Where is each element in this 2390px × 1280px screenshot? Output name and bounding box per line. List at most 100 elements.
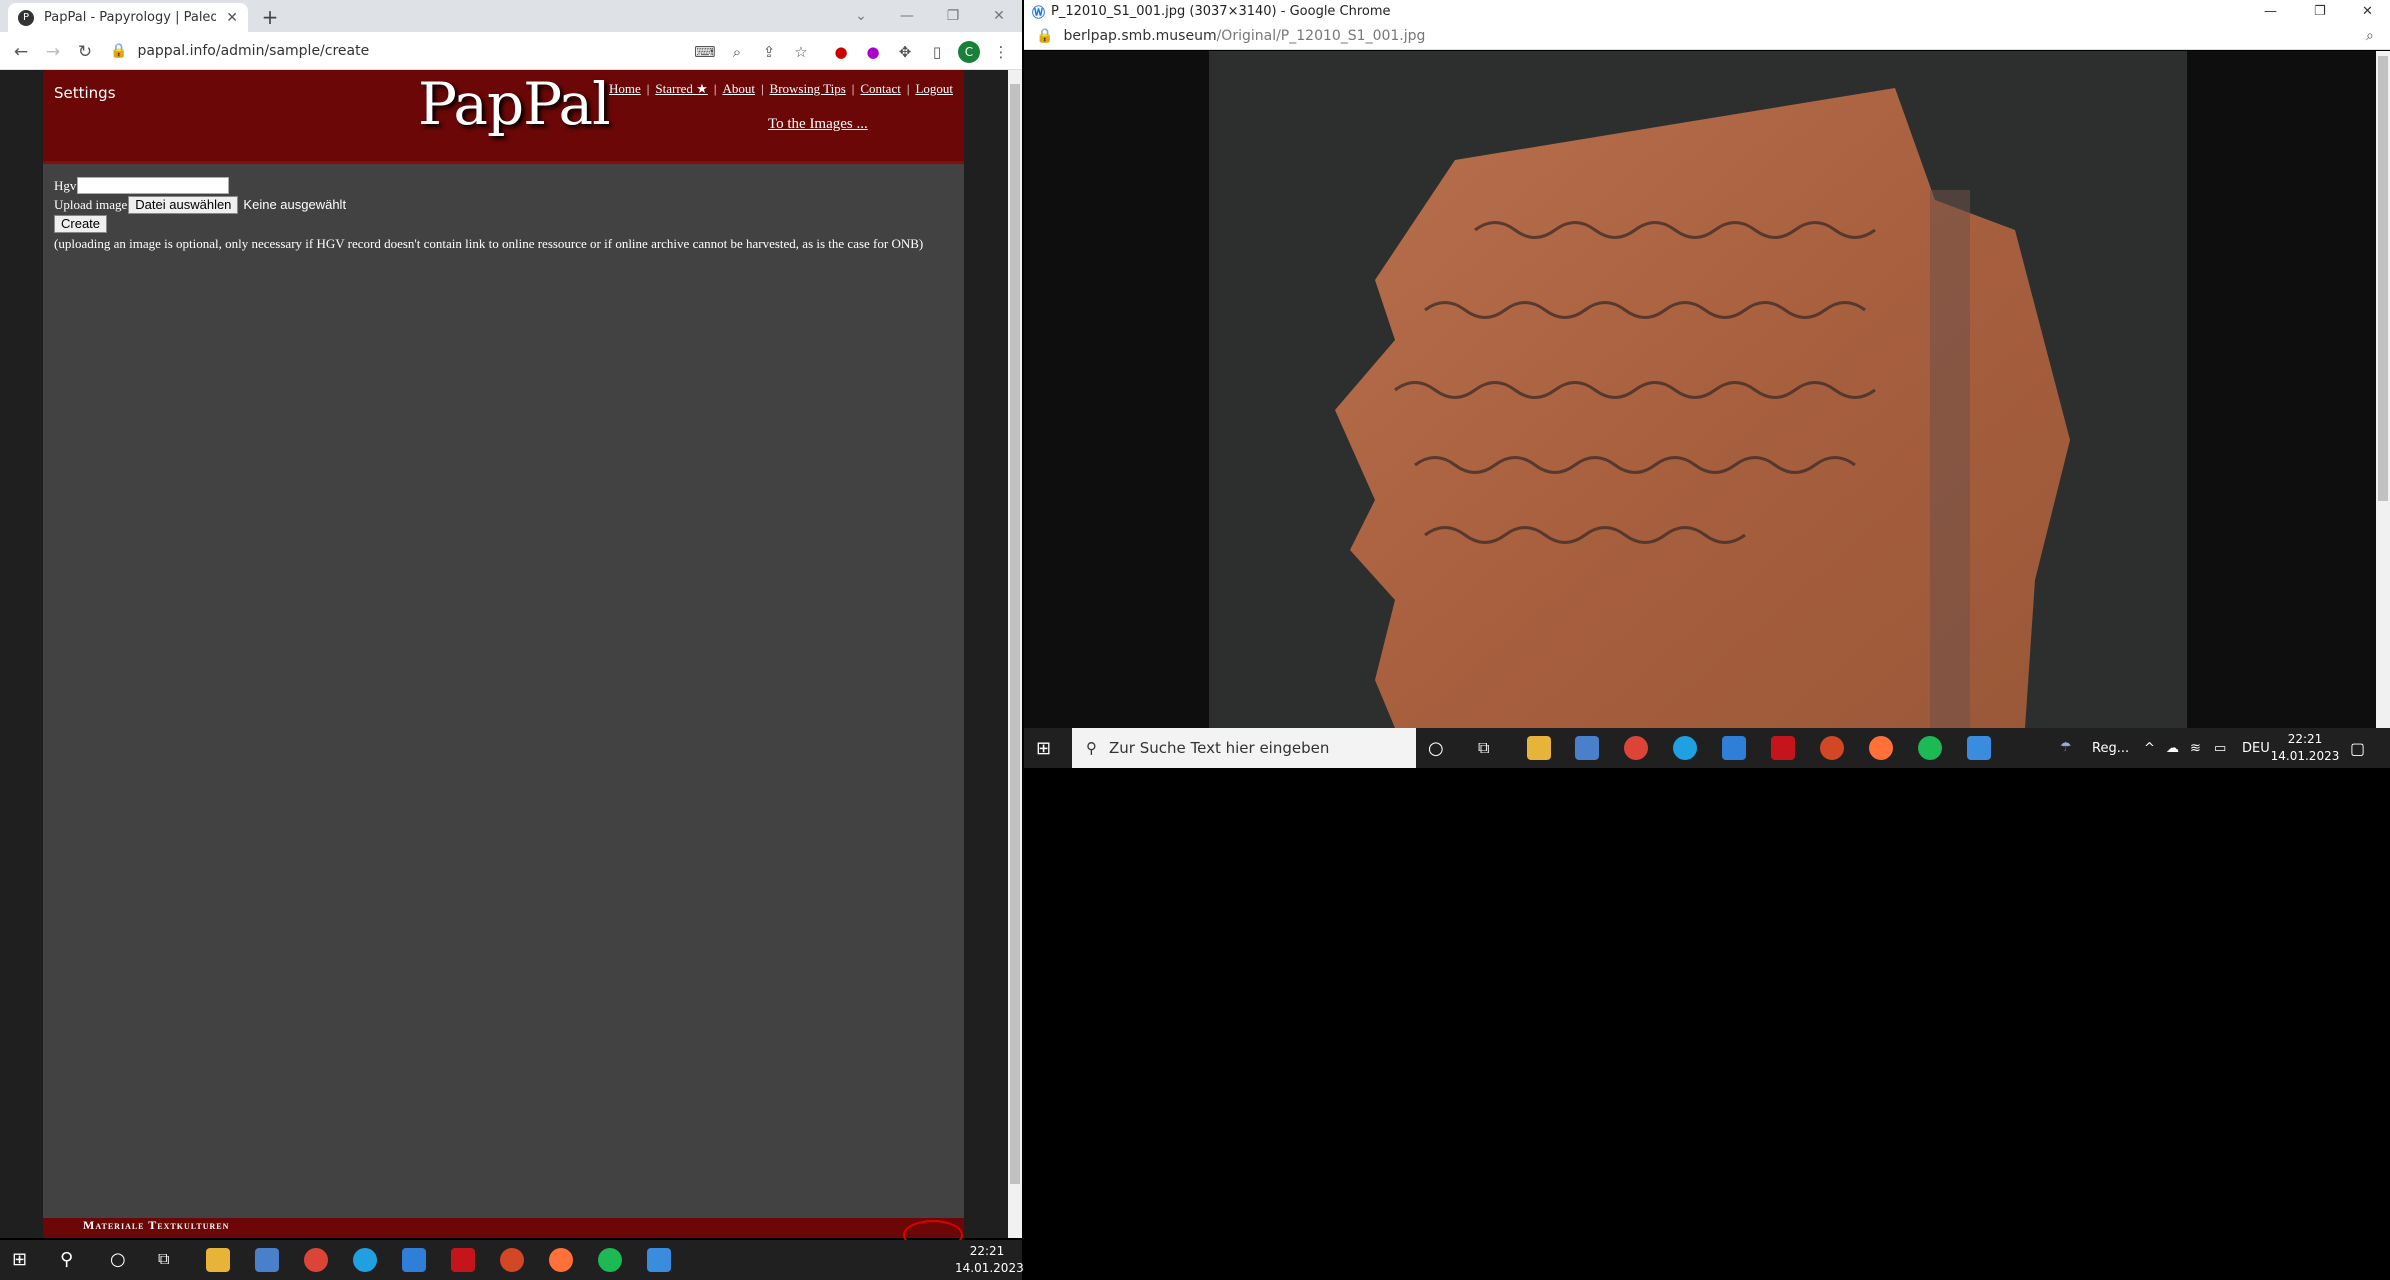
edge-icon[interactable] [1673, 736, 1697, 760]
nav-browsing-tips[interactable]: Browsing Tips [770, 81, 846, 97]
share-icon[interactable]: ⇪ [758, 41, 780, 63]
right-restore-icon[interactable]: ❐ [2314, 4, 2326, 19]
left-file-explorer-icon[interactable] [206, 1248, 230, 1272]
right-time: 22:21 [2287, 732, 2323, 746]
weather-text[interactable]: Reg... [2092, 741, 2129, 756]
close-window-icon[interactable]: ✕ [976, 0, 1022, 32]
nav-home[interactable]: Home [609, 81, 641, 97]
task-view-icon[interactable]: ⧉ [1478, 738, 1489, 758]
notifications-icon[interactable]: ▢ [2350, 739, 2365, 758]
right-zoom-icon[interactable]: ⌕ [2366, 28, 2374, 44]
left-photos-icon[interactable] [647, 1248, 671, 1272]
left-task-view-icon[interactable]: ⧉ [158, 1249, 169, 1269]
spotify-icon[interactable] [1918, 736, 1942, 760]
left-mail-icon[interactable] [402, 1248, 426, 1272]
left-date: 14.01.2023 [955, 1261, 1024, 1275]
right-address-bar[interactable]: 🔒 berlpap.smb.museum/Original/P_12010_S1… [1024, 22, 2390, 50]
url-text: pappal.info/admin/sample/create [137, 43, 370, 59]
pappal-favicon-icon: P [18, 9, 34, 26]
new-tab-icon[interactable]: + [258, 5, 282, 29]
nav-starred[interactable]: Starred ★ [655, 81, 707, 97]
main-nav: Home | Starred ★ | About | Browsing Tips | C… [608, 81, 953, 97]
left-edge-icon[interactable] [353, 1248, 377, 1272]
language-indicator[interactable]: DEU [2242, 741, 2270, 756]
nav-about[interactable]: About [722, 81, 755, 97]
site-footer: Materiale Textkulturen [43, 1218, 964, 1238]
right-date: 14.01.2023 [2270, 749, 2340, 763]
battery-icon[interactable]: ▭ [2214, 741, 2226, 756]
minimize-icon[interactable]: — [884, 0, 930, 32]
right-title-bar: Ⓦ P_12010_S1_001.jpg (3037×3140) - Googl… [1024, 0, 2390, 22]
profile-avatar[interactable]: C [958, 41, 980, 63]
zoom-icon[interactable]: ⌕ [726, 41, 748, 63]
powerpoint-icon[interactable] [1820, 736, 1844, 760]
extensions-puzzle-icon[interactable]: ✥ [894, 41, 916, 63]
menu-kebab-icon[interactable]: ⋮ [990, 41, 1012, 63]
create-button[interactable]: Create [54, 215, 108, 233]
translate-icon[interactable]: ⌨ [694, 41, 716, 63]
upload-image-label: Upload image [54, 196, 128, 212]
extension-purple-icon[interactable]: ● [862, 41, 884, 63]
left-powerpoint-icon[interactable] [500, 1248, 524, 1272]
forward-icon[interactable]: → [42, 41, 64, 63]
upload-note: (uploading an image is optional, only ne… [54, 235, 924, 251]
lock-icon: 🔒 [110, 43, 128, 59]
back-icon[interactable]: ← [10, 41, 32, 63]
left-scrollbar-thumb[interactable] [1010, 84, 1020, 1184]
right-minimize-icon[interactable]: — [2264, 4, 2277, 19]
site-logo[interactable]: PapPal [418, 70, 611, 138]
taskbar-search[interactable]: ⚲ Zur Suche Text hier eingeben [1072, 728, 1416, 768]
to-images-link[interactable]: To the Images ... [768, 116, 868, 133]
store-icon[interactable] [1575, 736, 1599, 760]
tab-pappal[interactable]: P PapPal - Papyrology | Paleograph ✕ [8, 3, 248, 32]
tray-chevron-icon[interactable]: ^ [2144, 741, 2155, 756]
create-sample-form: Hgv Upload image Datei auswählen Keine a… [54, 176, 923, 253]
acrobat-icon[interactable] [1771, 736, 1795, 760]
sidepanel-icon[interactable]: ▯ [926, 41, 948, 63]
firefox-icon[interactable] [1869, 736, 1893, 760]
right-lock-icon: 🔒 [1036, 27, 1054, 44]
onedrive-icon[interactable]: ☁ [2166, 741, 2179, 756]
hgv-input[interactable] [77, 177, 230, 194]
chrome-icon[interactable] [1624, 736, 1648, 760]
left-spotify-icon[interactable] [598, 1248, 622, 1272]
ostracon-image [1335, 88, 2070, 728]
settings-link[interactable]: Settings [54, 84, 116, 102]
file-status: Keine ausgewählt [243, 197, 347, 212]
weather-icon[interactable]: ☂ [2060, 740, 2072, 755]
choose-file-button[interactable]: Datei auswählen [128, 195, 239, 214]
mail-icon[interactable] [1722, 736, 1746, 760]
left-clock[interactable]: 22:21 14.01.2023 [955, 1243, 1024, 1277]
address-bar[interactable]: 🔒 pappal.info/admin/sample/create [110, 36, 680, 66]
page-viewport: Settings PapPal Home | Starred ★ | About | … [0, 70, 1008, 1250]
start-icon[interactable]: ⊞ [1036, 738, 1051, 759]
tab-search-icon[interactable]: ⌄ [838, 0, 884, 32]
tab-title: PapPal - Papyrology | Paleograph [44, 10, 217, 25]
right-clock[interactable]: 22:21 14.01.2023 [2270, 731, 2340, 765]
reload-icon[interactable]: ↻ [74, 41, 96, 63]
nav-logout[interactable]: Logout [915, 81, 953, 97]
right-close-icon[interactable]: ✕ [2362, 4, 2373, 19]
close-tab-icon[interactable]: ✕ [226, 10, 238, 26]
wordpress-icon: Ⓦ [1032, 5, 1046, 21]
restore-icon[interactable]: ❐ [930, 0, 976, 32]
extension-red-icon[interactable]: ● [830, 41, 852, 63]
site-header: Settings PapPal Home | Starred ★ | About | … [43, 70, 964, 164]
bookmark-star-icon[interactable]: ☆ [790, 41, 812, 63]
photos-icon[interactable] [1967, 736, 1991, 760]
taskbar-search-placeholder: Zur Suche Text hier eingeben [1109, 739, 1330, 757]
left-firefox-icon[interactable] [549, 1248, 573, 1272]
left-cortana-icon[interactable]: ○ [110, 1249, 126, 1270]
left-start-icon[interactable]: ⊞ [12, 1249, 27, 1270]
left-search-icon[interactable]: ⚲ [60, 1249, 73, 1270]
cortana-icon[interactable]: ○ [1428, 738, 1444, 759]
left-store-icon[interactable] [255, 1248, 279, 1272]
right-url-domain: berlpap.smb.museum [1063, 27, 1217, 44]
right-scrollbar-thumb[interactable] [2378, 56, 2388, 501]
nav-contact[interactable]: Contact [860, 81, 900, 97]
wifi-icon[interactable]: ≋ [2190, 741, 2201, 756]
file-explorer-icon[interactable] [1527, 736, 1551, 760]
left-acrobat-icon[interactable] [451, 1248, 475, 1272]
right-url-path: /Original/P_12010_S1_001.jpg [1216, 27, 1426, 44]
left-chrome-icon[interactable] [304, 1248, 328, 1272]
